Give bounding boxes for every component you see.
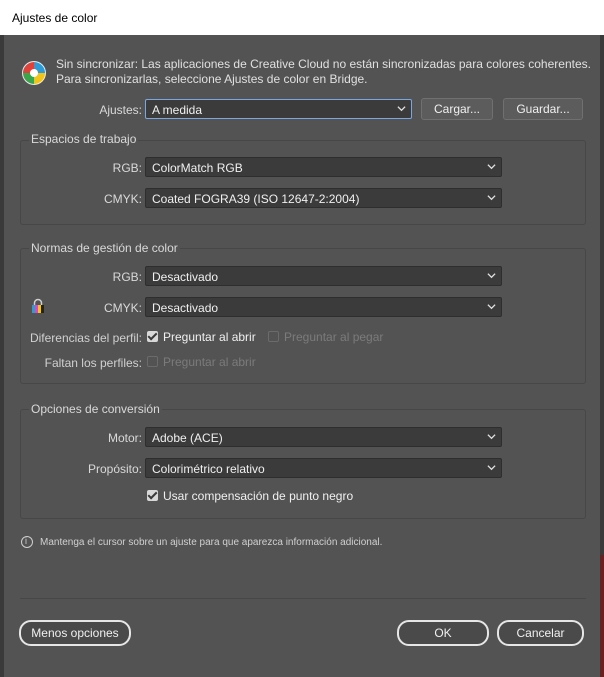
black-point-compensation-checkbox[interactable] (147, 490, 158, 501)
policy-rgb-label: RGB: (112, 270, 142, 284)
workspaces-group (20, 140, 586, 225)
color-policies-title: Normas de gestión de color (29, 241, 180, 255)
workspace-rgb-select[interactable]: ColorMatch RGB (145, 157, 502, 177)
sync-message: Sin sincronizar: Las aplicaciones de Cre… (56, 57, 596, 87)
mismatch-ask-open-checkbox[interactable] (147, 331, 158, 342)
save-button[interactable]: Guardar... (503, 98, 583, 120)
conversion-title: Opciones de conversión (29, 402, 162, 416)
missing-ask-open-label: Preguntar al abrir (163, 355, 256, 369)
cancel-button[interactable]: Cancelar (497, 620, 584, 646)
engine-value: Adobe (ACE) (152, 431, 223, 445)
settings-value: A medida (152, 103, 203, 117)
chevron-down-icon (487, 164, 496, 170)
policy-cmyk-value: Desactivado (152, 301, 219, 315)
workspace-cmyk-value: Coated FOGRA39 (ISO 12647-2:2004) (152, 192, 360, 206)
mismatch-ask-paste-label: Preguntar al pegar (284, 330, 384, 344)
engine-label: Motor: (107, 431, 142, 445)
chevron-down-icon (487, 465, 496, 471)
intent-select[interactable]: Colorimétrico relativo (145, 458, 502, 478)
fewer-options-button[interactable]: Menos opciones (19, 620, 131, 646)
intent-label: Propósito: (87, 462, 142, 476)
workspaces-title: Espacios de trabajo (29, 132, 139, 146)
profile-mismatch-label: Diferencias del perfil: (29, 331, 142, 345)
chevron-down-icon (487, 273, 496, 279)
settings-select[interactable]: A medida (145, 99, 412, 119)
workspace-cmyk-select[interactable]: Coated FOGRA39 (ISO 12647-2:2004) (145, 188, 502, 208)
workspace-rgb-label: RGB: (112, 161, 142, 175)
policy-cmyk-select[interactable]: Desactivado (145, 297, 502, 317)
load-button[interactable]: Cargar... (421, 98, 493, 120)
policy-rgb-value: Desactivado (152, 270, 219, 284)
chevron-down-icon (487, 195, 496, 201)
footer-divider (20, 598, 586, 599)
engine-select[interactable]: Adobe (ACE) (145, 427, 502, 447)
settings-label: Ajustes: (99, 103, 142, 117)
info-message: Mantenga el cursor sobre un ajuste para … (40, 537, 383, 548)
mismatch-ask-open-label: Preguntar al abrir (163, 330, 256, 344)
right-edge (600, 35, 604, 677)
sync-status-icon (22, 61, 46, 85)
chevron-down-icon (397, 106, 406, 112)
ok-button[interactable]: OK (397, 620, 489, 646)
lock-icon (32, 298, 44, 313)
info-icon (21, 536, 33, 548)
sync-message-line2: Para sincronizarlas, seleccione Ajustes … (56, 72, 368, 86)
workspace-rgb-value: ColorMatch RGB (152, 161, 243, 175)
intent-value: Colorimétrico relativo (152, 462, 265, 476)
mismatch-ask-paste-checkbox[interactable] (268, 331, 279, 342)
workspace-cmyk-label: CMYK: (103, 192, 142, 206)
left-edge (0, 35, 4, 677)
missing-ask-open-checkbox[interactable] (147, 356, 158, 367)
sync-message-line1: Sin sincronizar: Las aplicaciones de Cre… (56, 57, 591, 71)
black-point-compensation-label: Usar compensación de punto negro (163, 489, 354, 503)
chevron-down-icon (487, 304, 496, 310)
chevron-down-icon (487, 434, 496, 440)
color-settings-dialog: Ajustes de color Sin sincronizar: Las ap… (0, 0, 604, 677)
policy-rgb-select[interactable]: Desactivado (145, 266, 502, 286)
title-bar: Ajustes de color (0, 0, 604, 35)
policy-cmyk-label: CMYK: (103, 301, 142, 315)
window-title: Ajustes de color (12, 11, 98, 25)
missing-profiles-label: Faltan los perfiles: (44, 356, 142, 370)
